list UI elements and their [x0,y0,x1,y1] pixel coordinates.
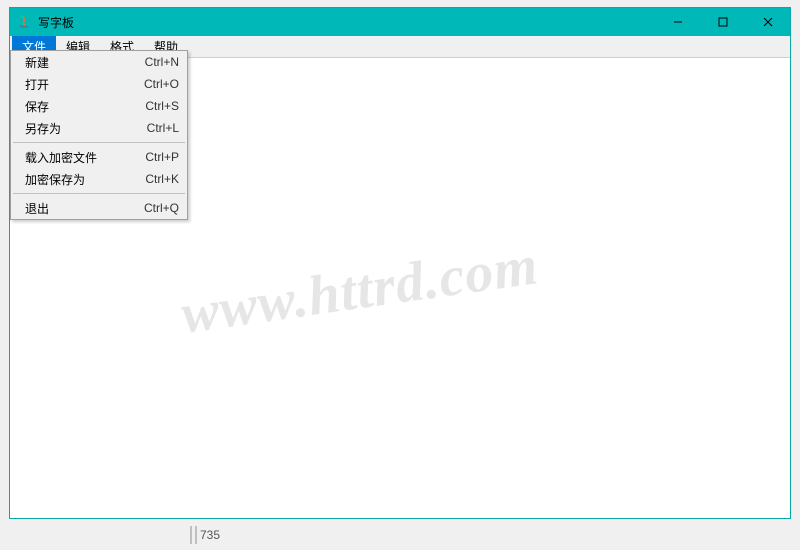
menu-item-exit[interactable]: 退出 Ctrl+Q [11,197,187,219]
menu-item-saveas[interactable]: 另存为 Ctrl+L [11,117,187,139]
watermark-text: www.httrd.com [177,233,542,346]
menu-item-shortcut: Ctrl+K [145,172,179,186]
menu-item-label: 打开 [25,76,144,93]
window-title: 写字板 [38,14,655,31]
menu-item-label: 另存为 [25,120,147,137]
menu-item-label: 保存 [25,98,145,115]
menu-item-label: 加密保存为 [25,171,145,188]
close-button[interactable] [745,8,790,36]
minimize-button[interactable] [655,8,700,36]
file-menu-dropdown: 新建 Ctrl+N 打开 Ctrl+O 保存 Ctrl+S 另存为 Ctrl+L… [10,50,188,220]
menu-item-shortcut: Ctrl+Q [144,201,179,215]
menu-separator [13,142,185,143]
menu-item-save[interactable]: 保存 Ctrl+S [11,95,187,117]
menu-item-shortcut: Ctrl+L [147,121,179,135]
menu-separator [13,193,185,194]
menu-item-load-encrypted[interactable]: 载入加密文件 Ctrl+P [11,146,187,168]
menu-item-label: 退出 [25,200,144,217]
menu-item-shortcut: Ctrl+N [145,55,179,69]
java-app-icon [16,14,32,30]
titlebar: 写字板 [10,8,790,36]
background-status-fragment: 735 [190,526,220,544]
menu-item-save-encrypted[interactable]: 加密保存为 Ctrl+K [11,168,187,190]
status-text: 735 [200,528,220,542]
menu-item-label: 载入加密文件 [25,149,145,166]
maximize-button[interactable] [700,8,745,36]
window-controls [655,8,790,36]
menu-item-shortcut: Ctrl+P [145,150,179,164]
menu-item-label: 新建 [25,54,145,71]
menu-item-open[interactable]: 打开 Ctrl+O [11,73,187,95]
menu-item-shortcut: Ctrl+O [144,77,179,91]
menu-item-shortcut: Ctrl+S [145,99,179,113]
menu-item-new[interactable]: 新建 Ctrl+N [11,51,187,73]
